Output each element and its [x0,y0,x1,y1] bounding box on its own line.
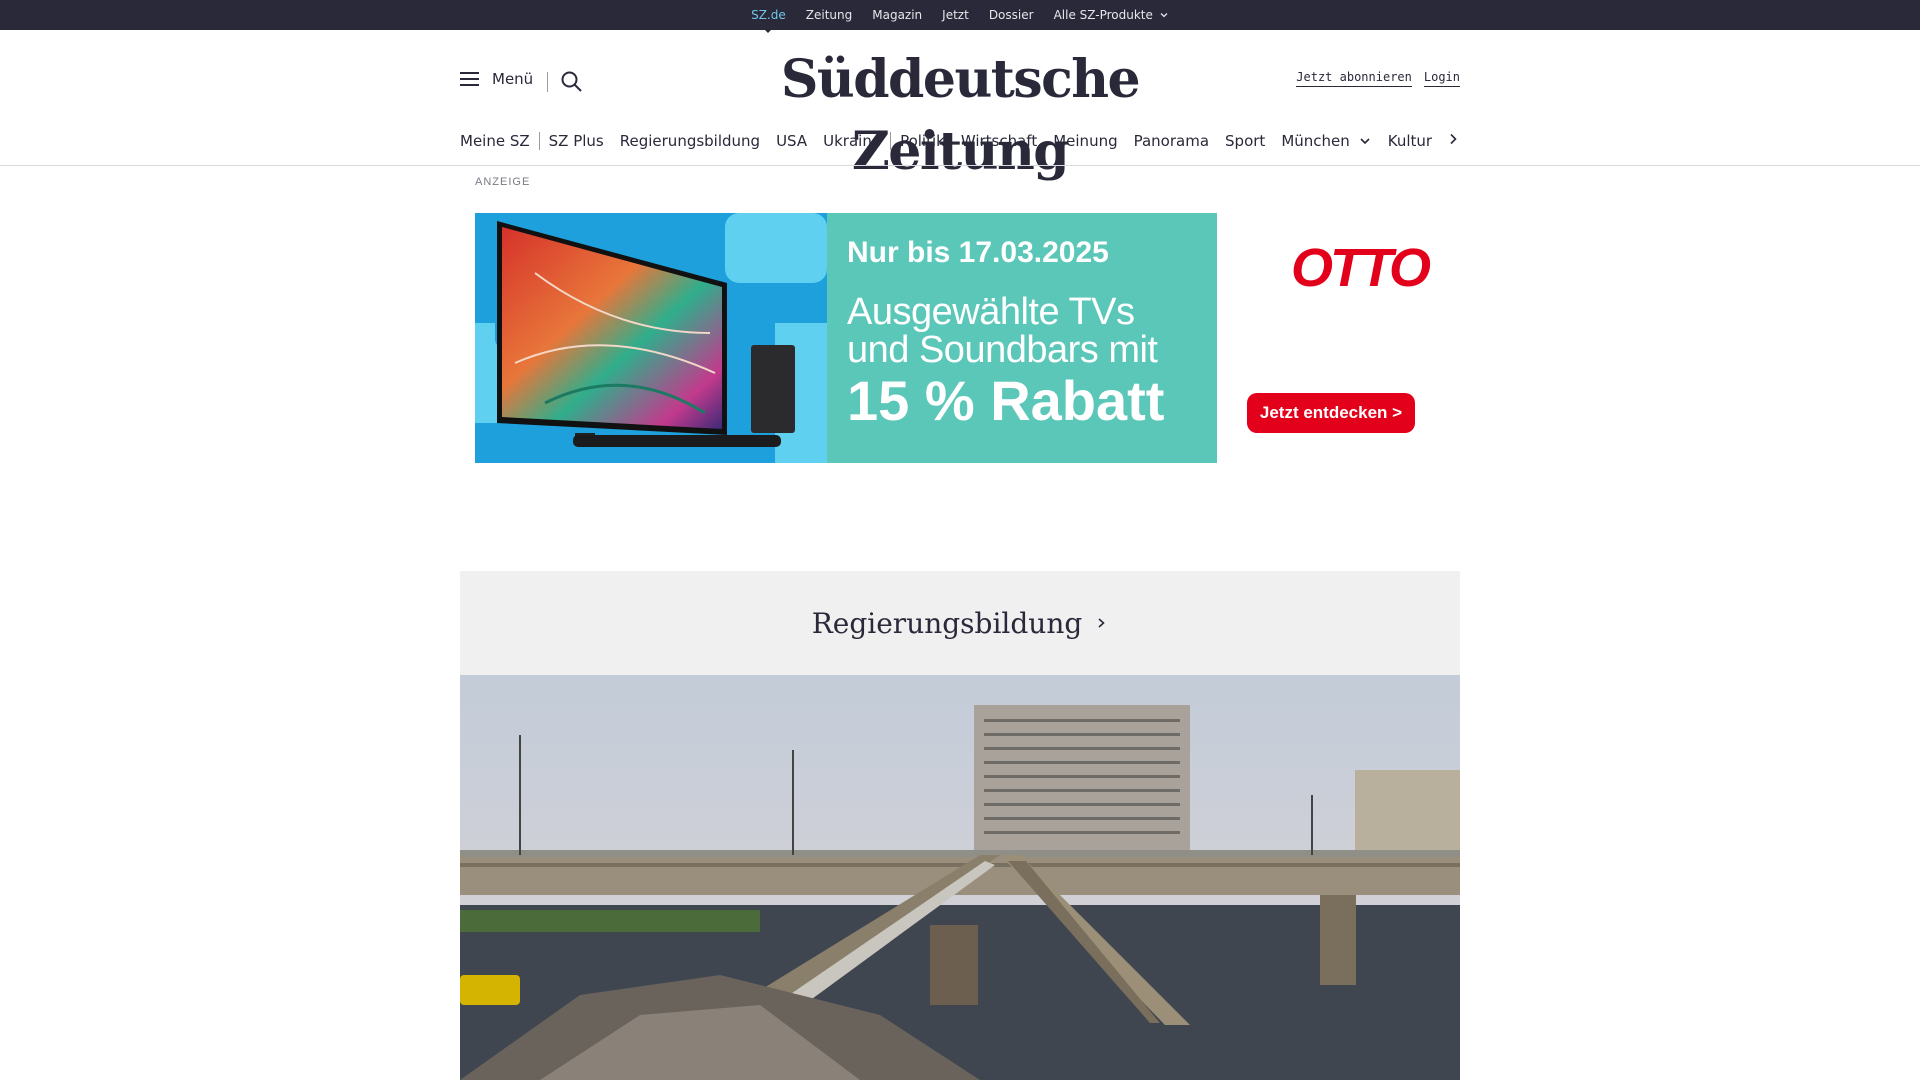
tv-soundbar-illustration [475,213,827,463]
nav-scroll-right-button[interactable] [1446,132,1460,151]
topbar-link-zeitung[interactable]: Zeitung [806,8,852,22]
header-rule [0,165,1920,166]
collapsed-bridge-photo [460,675,1460,1080]
top-bar: SZ.de Zeitung Magazin Jetzt Dossier Alle… [0,0,1920,33]
chevron-right-icon [1450,133,1457,144]
chevron-right-icon [1098,618,1106,628]
hamburger-icon [460,72,479,86]
otto-logo: OTTO [1291,238,1431,298]
nav-item-wirtschaft[interactable]: Wirtschaft [961,132,1037,150]
nav-item-usa[interactable]: USA [776,132,807,150]
nav-divider [538,132,540,150]
topbar-link-jetzt[interactable]: Jetzt [942,8,969,22]
nav-divider [890,132,892,150]
nav-item-regierungsbildung[interactable]: Regierungsbildung [620,132,760,150]
nav-item-sz-plus[interactable]: SZ Plus [549,132,604,150]
hero-image[interactable] [460,675,1460,1080]
section-link[interactable]: Regierungsbildung [812,607,1109,640]
account-links: Jetzt abonnieren Login [1296,70,1460,87]
ad-banner[interactable]: Nur bis 17.03.2025 Ausgewählte TVs und S… [475,213,1445,463]
topbar-link-dossier[interactable]: Dossier [989,8,1034,22]
ad-cta-button[interactable]: Jetzt entdecken > [1247,393,1415,433]
search-button[interactable] [560,70,584,99]
nav-item-panorama[interactable]: Panorama [1134,132,1209,150]
site-logo[interactable]: Süddeutsche Zeitung [700,44,1220,188]
ad-date-text: Nur bis 17.03.2025 [847,236,1109,269]
topbar-link-magazin[interactable]: Magazin [872,8,922,22]
topbar-link-sz[interactable]: SZ.de [751,8,786,33]
ad-discount: 15 % Rabatt [847,369,1165,432]
nav-item-sport[interactable]: Sport [1225,132,1265,150]
nav-item-muenchen-label: München [1281,132,1350,150]
topbar-link-alle-produkte-label: Alle SZ-Produkte [1053,8,1153,22]
chevron-down-icon [1160,13,1168,18]
category-nav: Meine SZ SZ Plus Regierungsbildung USA U… [460,128,1460,154]
ad-offer-panel: Nur bis 17.03.2025 Ausgewählte TVs und S… [827,213,1217,463]
nav-item-muenchen[interactable]: München [1281,132,1371,150]
topbar-link-alle-produkte[interactable]: Alle SZ-Produkte [1054,8,1169,22]
login-link[interactable]: Login [1423,70,1460,87]
top-bar-links: SZ.de Zeitung Magazin Jetzt Dossier Alle… [0,0,1920,33]
ad-label: ANZEIGE [475,176,531,188]
nav-item-politik[interactable]: Politik [900,132,945,150]
menu-label: Menü [492,70,534,88]
ad-tv-image [475,213,827,463]
nav-item-meinung[interactable]: Meinung [1053,132,1117,150]
section-header: Regierungsbildung [460,571,1460,675]
header-divider [547,72,548,92]
section-title: Regierungsbildung [811,606,1083,640]
ad-line-1: Ausgewählte TVs [847,291,1135,333]
nav-item-kultur[interactable]: Kultur [1388,132,1432,150]
search-icon [561,71,582,92]
menu-button[interactable]: Menü [460,70,533,88]
chevron-down-icon [1360,138,1370,145]
nav-item-ukraine[interactable]: Ukraine [823,132,881,150]
subscribe-link[interactable]: Jetzt abonnieren [1296,70,1412,87]
nav-item-meine-sz[interactable]: Meine SZ [460,132,530,150]
ad-line-2: und Soundbars mit [847,329,1158,371]
